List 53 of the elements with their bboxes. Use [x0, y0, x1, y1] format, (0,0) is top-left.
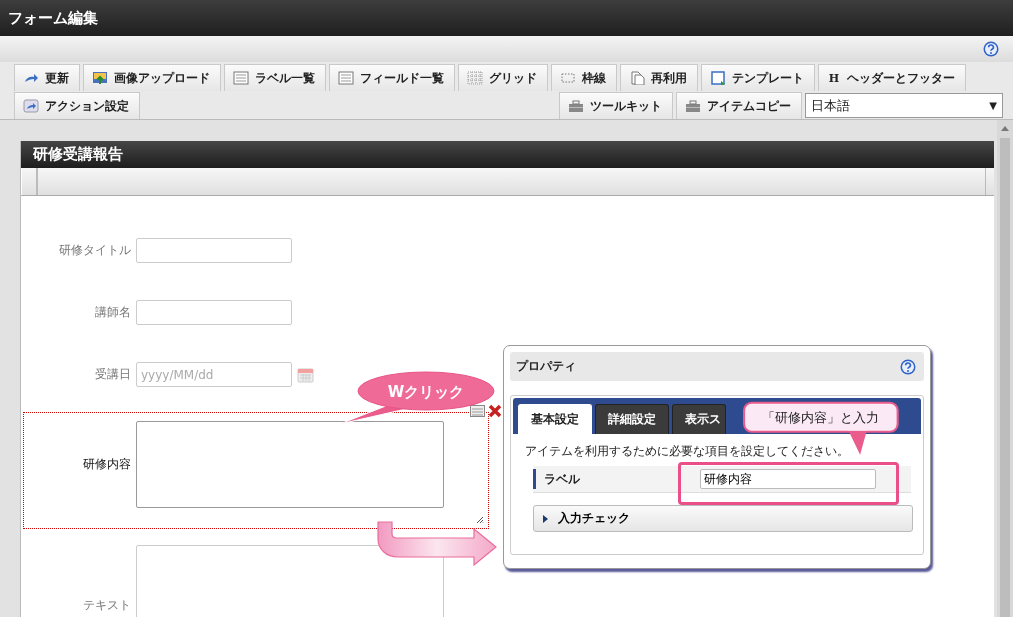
dialog-title: プロパティ	[516, 358, 576, 375]
toolbar-button[interactable]: 枠線	[551, 64, 617, 91]
toolbar-button[interactable]: アクション設定	[14, 92, 140, 119]
text-area[interactable]	[136, 421, 444, 508]
field-label: 講師名	[94, 304, 131, 321]
toolbar-button[interactable]: H ヘッダーとフッター	[818, 64, 966, 91]
field-label: テキスト	[82, 596, 131, 614]
toolbar-button[interactable]: アイテムコピー	[676, 92, 802, 119]
scroll-up-icon	[1000, 124, 1010, 132]
scrollbar[interactable]	[997, 120, 1013, 617]
table-icon	[470, 405, 485, 417]
label-input[interactable]: 研修内容	[700, 469, 876, 489]
collapsible-section[interactable]: 入力チェック	[533, 505, 913, 532]
close-icon	[488, 404, 502, 418]
language-select[interactable]: 日本語 ▼	[805, 93, 1003, 118]
date-field[interactable]: yyyy/MM/dd	[136, 362, 292, 387]
toolbar-button[interactable]: テンプレート	[701, 64, 815, 91]
field-label: 研修タイトル	[58, 242, 131, 259]
collapsed-icon	[542, 514, 548, 523]
help-icon	[983, 41, 999, 57]
field-label: 受講日	[94, 366, 131, 383]
toolbar-button[interactable]: ツールキット	[559, 92, 673, 119]
resize-grip-icon	[476, 516, 484, 524]
grid-icon	[467, 71, 483, 85]
toolbar-button[interactable]: フィールド一覧	[329, 64, 455, 91]
calendar-icon	[297, 366, 314, 383]
document-icon	[629, 71, 645, 85]
field-label: ラベル	[533, 469, 692, 489]
tab[interactable]: 詳細設定	[595, 404, 669, 434]
toolbar-button[interactable]: グリッド	[458, 64, 548, 91]
toolbox-icon	[685, 99, 701, 113]
toolbar-button[interactable]: 再利用	[620, 64, 698, 91]
image-upload-icon	[92, 71, 108, 85]
toolbar-button[interactable]: 画像アップロード	[83, 64, 221, 91]
form-title: 研修受講報告	[33, 145, 123, 164]
description-text: アイテムを利用するために必要な項目を設定してください。	[525, 444, 850, 459]
h-icon: H	[827, 71, 841, 85]
tab[interactable]: 表示ス	[672, 404, 726, 434]
field-label: 研修内容	[82, 456, 131, 473]
help-icon	[900, 358, 916, 375]
toolbar-button[interactable]: ラベル一覧	[224, 64, 326, 91]
toolbar-button[interactable]: 更新	[14, 64, 80, 91]
scroll-thumb[interactable]	[1000, 138, 1010, 617]
input-field[interactable]	[136, 238, 292, 263]
list-icon	[233, 71, 249, 85]
list-icon	[338, 71, 354, 85]
dotted-frame-icon	[560, 71, 576, 85]
arrow-icon	[23, 71, 39, 85]
window-title: フォーム編集	[8, 8, 98, 28]
frame-icon	[710, 71, 726, 85]
tab[interactable]: 基本設定	[518, 404, 592, 434]
input-field[interactable]	[136, 300, 292, 325]
toolbox-icon	[568, 99, 584, 113]
